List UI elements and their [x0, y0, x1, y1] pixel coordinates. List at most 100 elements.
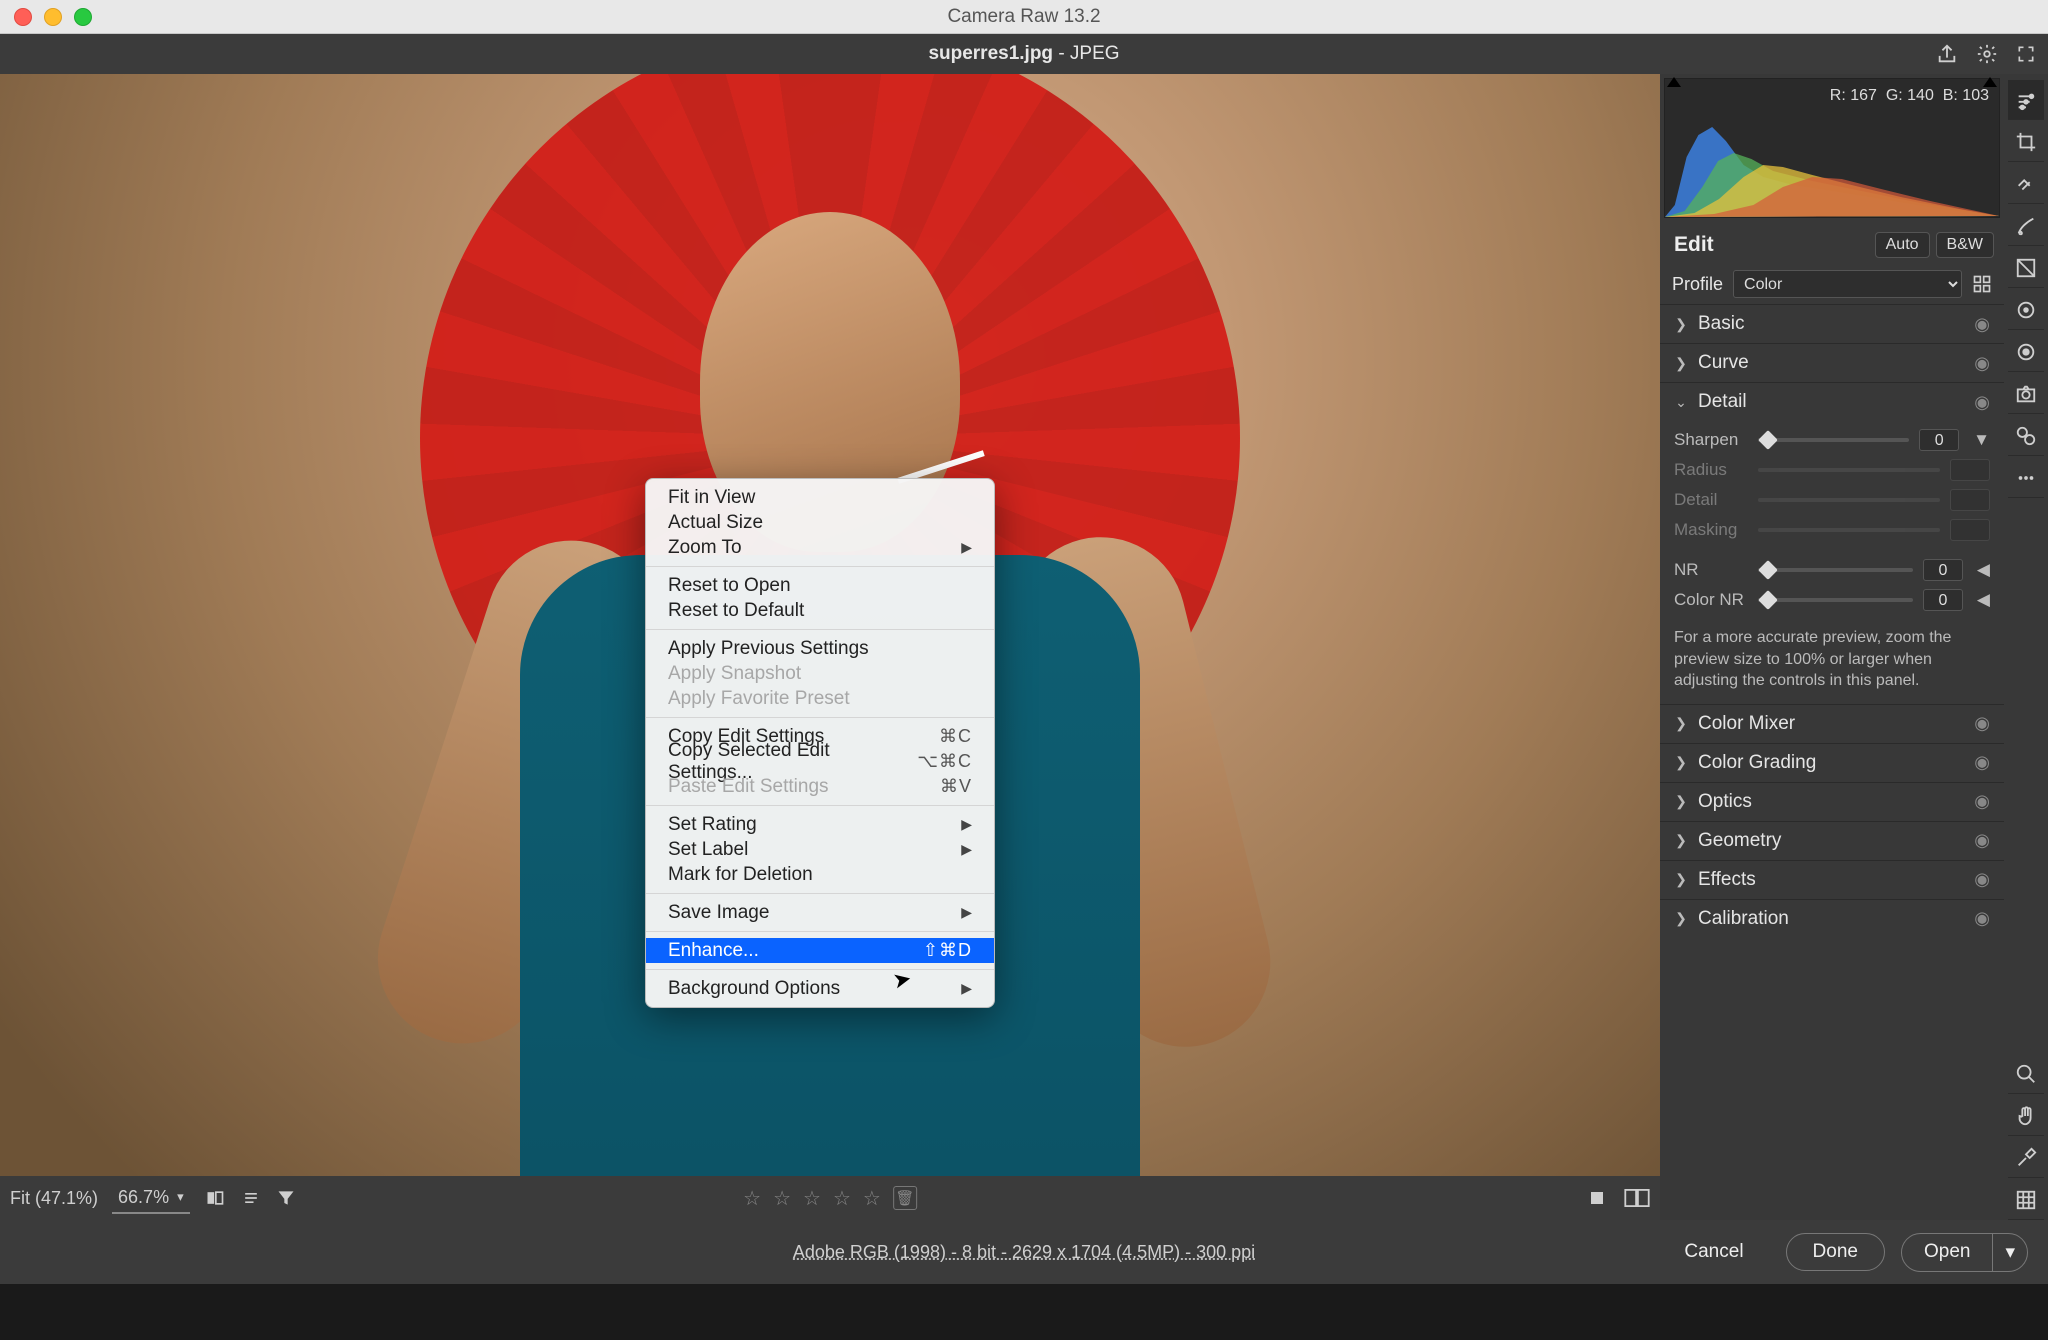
minimize-window-button[interactable] [44, 8, 62, 26]
histogram[interactable]: R: 167 G: 140 B: 103 [1664, 78, 2000, 218]
image-metadata[interactable]: Adobe RGB (1998) - 8 bit - 2629 x 1704 (… [793, 1242, 1255, 1263]
fit-zoom-label[interactable]: Fit (47.1%) [10, 1188, 98, 1209]
section-color-mixer[interactable]: ❯Color Mixer◉ [1660, 705, 2004, 743]
grid-tool-icon[interactable] [2008, 1180, 2044, 1220]
menu-apply-favorite: Apply Favorite Preset [646, 686, 994, 711]
star-4[interactable]: ☆ [833, 1186, 851, 1211]
submenu-arrow-icon: ▶ [961, 841, 972, 858]
open-button[interactable]: Open▾ [1901, 1233, 2028, 1272]
section-detail[interactable]: ⌄Detail◉ [1660, 383, 2004, 421]
menu-save-image[interactable]: Save Image▶ [646, 900, 994, 925]
profile-select[interactable]: Color [1733, 270, 1962, 298]
menu-reset-to-default[interactable]: Reset to Default [646, 598, 994, 623]
eye-icon[interactable]: ◉ [1974, 830, 1990, 851]
window-title: Camera Raw 13.2 [0, 6, 2048, 28]
gradient-tool-icon[interactable] [2008, 248, 2044, 288]
trash-icon[interactable]: 🗑 [893, 1186, 917, 1210]
bw-button[interactable]: B&W [1936, 232, 1994, 258]
menu-actual-size[interactable]: Actual Size [646, 510, 994, 535]
star-5[interactable]: ☆ [863, 1186, 881, 1211]
heal-tool-icon[interactable] [2008, 164, 2044, 204]
profile-label: Profile [1672, 274, 1723, 295]
brush-tool-icon[interactable] [2008, 206, 2044, 246]
eye-icon[interactable]: ◉ [1974, 752, 1990, 773]
hand-tool-icon[interactable] [2008, 1096, 2044, 1136]
zoom-tool-icon[interactable] [2008, 1054, 2044, 1094]
disclosure-icon[interactable]: ▼ [1973, 430, 1990, 450]
more-tool-icon[interactable] [2008, 458, 2044, 498]
section-calibration[interactable]: ❯Calibration◉ [1660, 900, 2004, 938]
done-button[interactable]: Done [1786, 1233, 1885, 1271]
crop-tool-icon[interactable] [2008, 122, 2044, 162]
chevron-right-icon: ❯ [1674, 832, 1688, 849]
menu-paste-edit-settings: Paste Edit Settings⌘V [646, 774, 994, 799]
section-optics[interactable]: ❯Optics◉ [1660, 783, 2004, 821]
sharpen-slider[interactable] [1758, 438, 1909, 442]
presets-tool-icon[interactable] [2008, 416, 2044, 456]
eye-icon[interactable]: ◉ [1974, 908, 1990, 929]
menu-mark-for-deletion[interactable]: Mark for Deletion [646, 862, 994, 887]
eye-icon[interactable]: ◉ [1974, 791, 1990, 812]
single-view-icon[interactable] [1586, 1189, 1608, 1207]
section-geometry[interactable]: ❯Geometry◉ [1660, 822, 2004, 860]
radial-tool-icon[interactable] [2008, 290, 2044, 330]
section-color-grading[interactable]: ❯Color Grading◉ [1660, 744, 2004, 782]
star-3[interactable]: ☆ [803, 1186, 821, 1211]
close-window-button[interactable] [14, 8, 32, 26]
star-1[interactable]: ☆ [743, 1186, 761, 1211]
section-curve[interactable]: ❯Curve◉ [1660, 344, 2004, 382]
nr-slider[interactable] [1758, 568, 1913, 572]
zoom-window-button[interactable] [74, 8, 92, 26]
detail-hint: For a more accurate preview, zoom the pr… [1660, 625, 2004, 704]
detail-value [1950, 489, 1990, 511]
masking-value [1950, 519, 1990, 541]
menu-copy-selected-edit-settings[interactable]: Copy Selected Edit Settings...⌥⌘C [646, 749, 994, 774]
redeye-tool-icon[interactable] [2008, 332, 2044, 372]
zoom-dropdown[interactable]: 66.7%▾ [112, 1183, 190, 1214]
nr-value[interactable]: 0 [1923, 559, 1963, 581]
split-view-icon[interactable] [1624, 1189, 1650, 1207]
shadow-clip-icon[interactable] [1667, 77, 1681, 87]
detail-label: Detail [1674, 490, 1748, 510]
menu-fit-in-view[interactable]: Fit in View [646, 485, 994, 510]
eye-icon[interactable]: ◉ [1974, 353, 1990, 374]
sharpen-label: Sharpen [1674, 430, 1748, 450]
edit-tool-icon[interactable] [2008, 80, 2044, 120]
open-dropdown-icon[interactable]: ▾ [1992, 1234, 2027, 1271]
section-basic[interactable]: ❯Basic◉ [1660, 305, 2004, 343]
menu-apply-previous[interactable]: Apply Previous Settings [646, 636, 994, 661]
document-filename: superres1.jpg [928, 43, 1053, 64]
snapshot-tool-icon[interactable] [2008, 374, 2044, 414]
list-icon[interactable] [240, 1188, 262, 1208]
hist-b: B: 103 [1943, 87, 1989, 104]
sharpen-value[interactable]: 0 [1919, 429, 1959, 451]
eye-icon[interactable]: ◉ [1974, 713, 1990, 734]
auto-button[interactable]: Auto [1875, 232, 1930, 258]
profile-browser-icon[interactable] [1972, 274, 1992, 294]
sampler-tool-icon[interactable] [2008, 1138, 2044, 1178]
menu-zoom-to[interactable]: Zoom To▶ [646, 535, 994, 560]
fullscreen-icon[interactable] [2016, 44, 2036, 64]
colornr-slider[interactable] [1758, 598, 1913, 602]
section-effects[interactable]: ❯Effects◉ [1660, 861, 2004, 899]
colornr-value[interactable]: 0 [1923, 589, 1963, 611]
eye-icon[interactable]: ◉ [1974, 392, 1990, 413]
gear-icon[interactable] [1976, 43, 1998, 65]
disclosure-icon[interactable]: ◀ [1977, 560, 1990, 580]
eye-icon[interactable]: ◉ [1974, 314, 1990, 335]
menu-enhance[interactable]: Enhance...⇧⌘D [646, 938, 994, 963]
menu-reset-to-open[interactable]: Reset to Open [646, 573, 994, 598]
star-2[interactable]: ☆ [773, 1186, 791, 1211]
eye-icon[interactable]: ◉ [1974, 869, 1990, 890]
menu-set-rating[interactable]: Set Rating▶ [646, 812, 994, 837]
cancel-button[interactable]: Cancel [1658, 1234, 1769, 1270]
menu-set-label[interactable]: Set Label▶ [646, 837, 994, 862]
masking-label: Masking [1674, 520, 1748, 540]
highlight-clip-icon[interactable] [1983, 77, 1997, 87]
export-icon[interactable] [1936, 43, 1958, 65]
disclosure-icon[interactable]: ◀ [1977, 590, 1990, 610]
compare-icon[interactable] [204, 1188, 226, 1208]
filter-icon[interactable] [276, 1188, 296, 1208]
menu-background-options[interactable]: Background Options▶ [646, 976, 994, 1001]
image-canvas[interactable]: Fit in View Actual Size Zoom To▶ Reset t… [0, 74, 1660, 1220]
